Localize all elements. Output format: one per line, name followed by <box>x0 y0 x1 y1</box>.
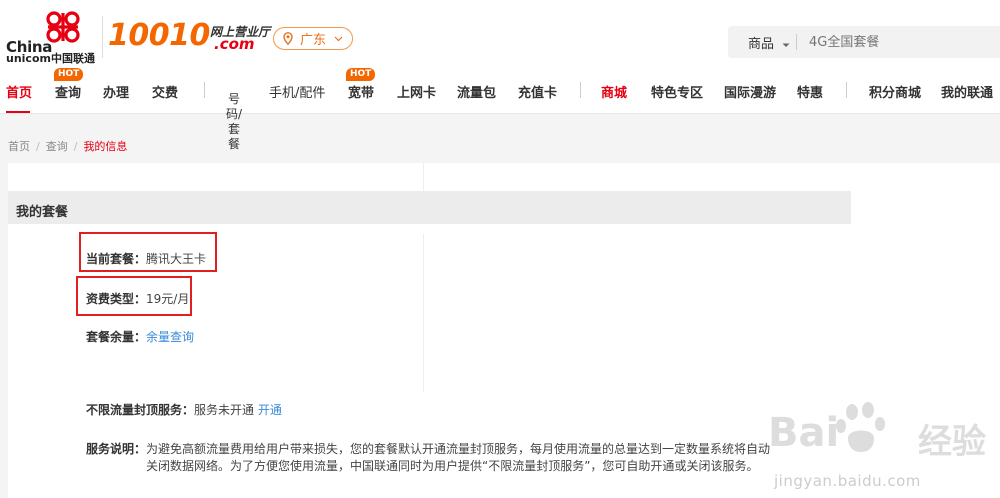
nav-item-roaming[interactable]: 国际漫游 <box>724 82 776 101</box>
location-selector[interactable]: 广东 <box>273 27 353 50</box>
highlight-box <box>76 276 192 316</box>
section-title: 我的套餐 <box>16 205 69 220</box>
balance-label: 套餐余量： <box>86 330 147 344</box>
nav-item-phones[interactable]: 手机/配件 <box>269 82 325 101</box>
watermark-brand: Bai <box>768 410 840 456</box>
cap-service-row: 不限流量封顶服务：服务未开通 开通 <box>86 401 282 418</box>
breadcrumb-home[interactable]: 首页 <box>8 138 30 154</box>
search-input[interactable] <box>797 34 967 50</box>
nav-item-handle[interactable]: 办理 <box>103 82 129 101</box>
nav-item-mall[interactable]: 商城 <box>601 82 627 101</box>
page: China unicom中国联通 10010 网上营业厅 .com 广东 商品 <box>0 0 1000 498</box>
search-box: 商品 <box>728 26 1000 58</box>
nav-item-broadband[interactable]: 宽带 <box>348 82 374 101</box>
nav-item-topup-card[interactable]: 充值卡 <box>518 82 557 101</box>
nav-item-points-mall[interactable]: 积分商城 <box>869 82 921 101</box>
nav-divider <box>580 82 581 98</box>
nav-item-my-unicom[interactable]: 我的联通 <box>941 82 993 101</box>
nav-item-home[interactable]: 首页 <box>6 82 32 101</box>
breadcrumb-band <box>0 115 1000 163</box>
nav-divider <box>846 82 847 98</box>
site-header: China unicom中国联通 10010 网上营业厅 .com 广东 商品 <box>0 0 1000 72</box>
breadcrumb-query[interactable]: 查询 <box>46 138 68 154</box>
nav-divider <box>204 82 205 98</box>
watermark-jingyan: 经验 <box>918 422 986 462</box>
service-description-label: 服务说明： <box>86 442 147 456</box>
highlight-box <box>79 232 217 272</box>
balance-query-link[interactable]: 余量查询 <box>146 330 194 344</box>
logo-divider <box>102 16 103 58</box>
hot-badge: HOT <box>346 68 376 81</box>
watermark-url: jingyan.baidu.com <box>774 472 921 490</box>
breadcrumb-separator: / <box>36 139 40 153</box>
breadcrumb-current: 我的信息 <box>83 140 128 153</box>
column-divider <box>423 234 424 392</box>
brand-number[interactable]: 10010 <box>108 18 210 54</box>
main-nav: 首页 HOT 查询 办理 交费 手机/配件 HOT 宽带 上网卡 流量包 充值卡… <box>0 68 1000 114</box>
nav-item-datacard[interactable]: 上网卡 <box>397 82 436 101</box>
breadcrumb: 首页 / 查询 / 我的信息 <box>8 138 133 154</box>
cap-service-enable-link[interactable]: 开通 <box>258 403 282 417</box>
balance-row: 套餐余量：余量查询 <box>86 328 194 345</box>
nav-item-deals[interactable]: 特惠 <box>797 82 823 101</box>
section-header-bar <box>8 191 851 224</box>
brand-domain-text: .com <box>214 35 255 53</box>
chevron-down-icon <box>334 36 343 41</box>
cap-service-label: 不限流量封顶服务： <box>86 403 195 417</box>
location-label: 广东 <box>300 33 327 48</box>
breadcrumb-separator: / <box>73 139 78 153</box>
location-pin-icon <box>283 32 293 45</box>
baidu-jingyan-watermark: Bai 经验 jingyan.baidu.com <box>768 392 1000 498</box>
service-description-text: 为避免高额流量费用给用户带来损失，您的套餐默认开通流量封顶服务，每月使用流量的总… <box>146 442 771 473</box>
search-category-dropdown[interactable]: 商品 <box>728 33 792 52</box>
nav-active-underline <box>6 111 30 113</box>
service-description: 服务说明： 为避免高额流量费用给用户带来损失，您的套餐默认开通流量封顶服务，每月… <box>86 441 776 475</box>
hot-badge: HOT <box>54 68 84 81</box>
logo-text-unicom: unicom中国联通 <box>6 52 95 65</box>
nav-item-number-plan[interactable]: 号码/套餐 <box>226 92 242 152</box>
cap-service-status: 服务未开通 <box>194 403 255 417</box>
column-divider <box>423 163 424 191</box>
paw-icon <box>836 402 885 452</box>
nav-item-datapack[interactable]: 流量包 <box>457 82 496 101</box>
chevron-down-icon <box>782 43 790 47</box>
nav-item-pay[interactable]: 交费 <box>152 82 178 101</box>
search-category-label: 商品 <box>748 36 775 52</box>
nav-item-query[interactable]: 查询 <box>55 82 81 101</box>
nav-item-special[interactable]: 特色专区 <box>651 82 703 101</box>
